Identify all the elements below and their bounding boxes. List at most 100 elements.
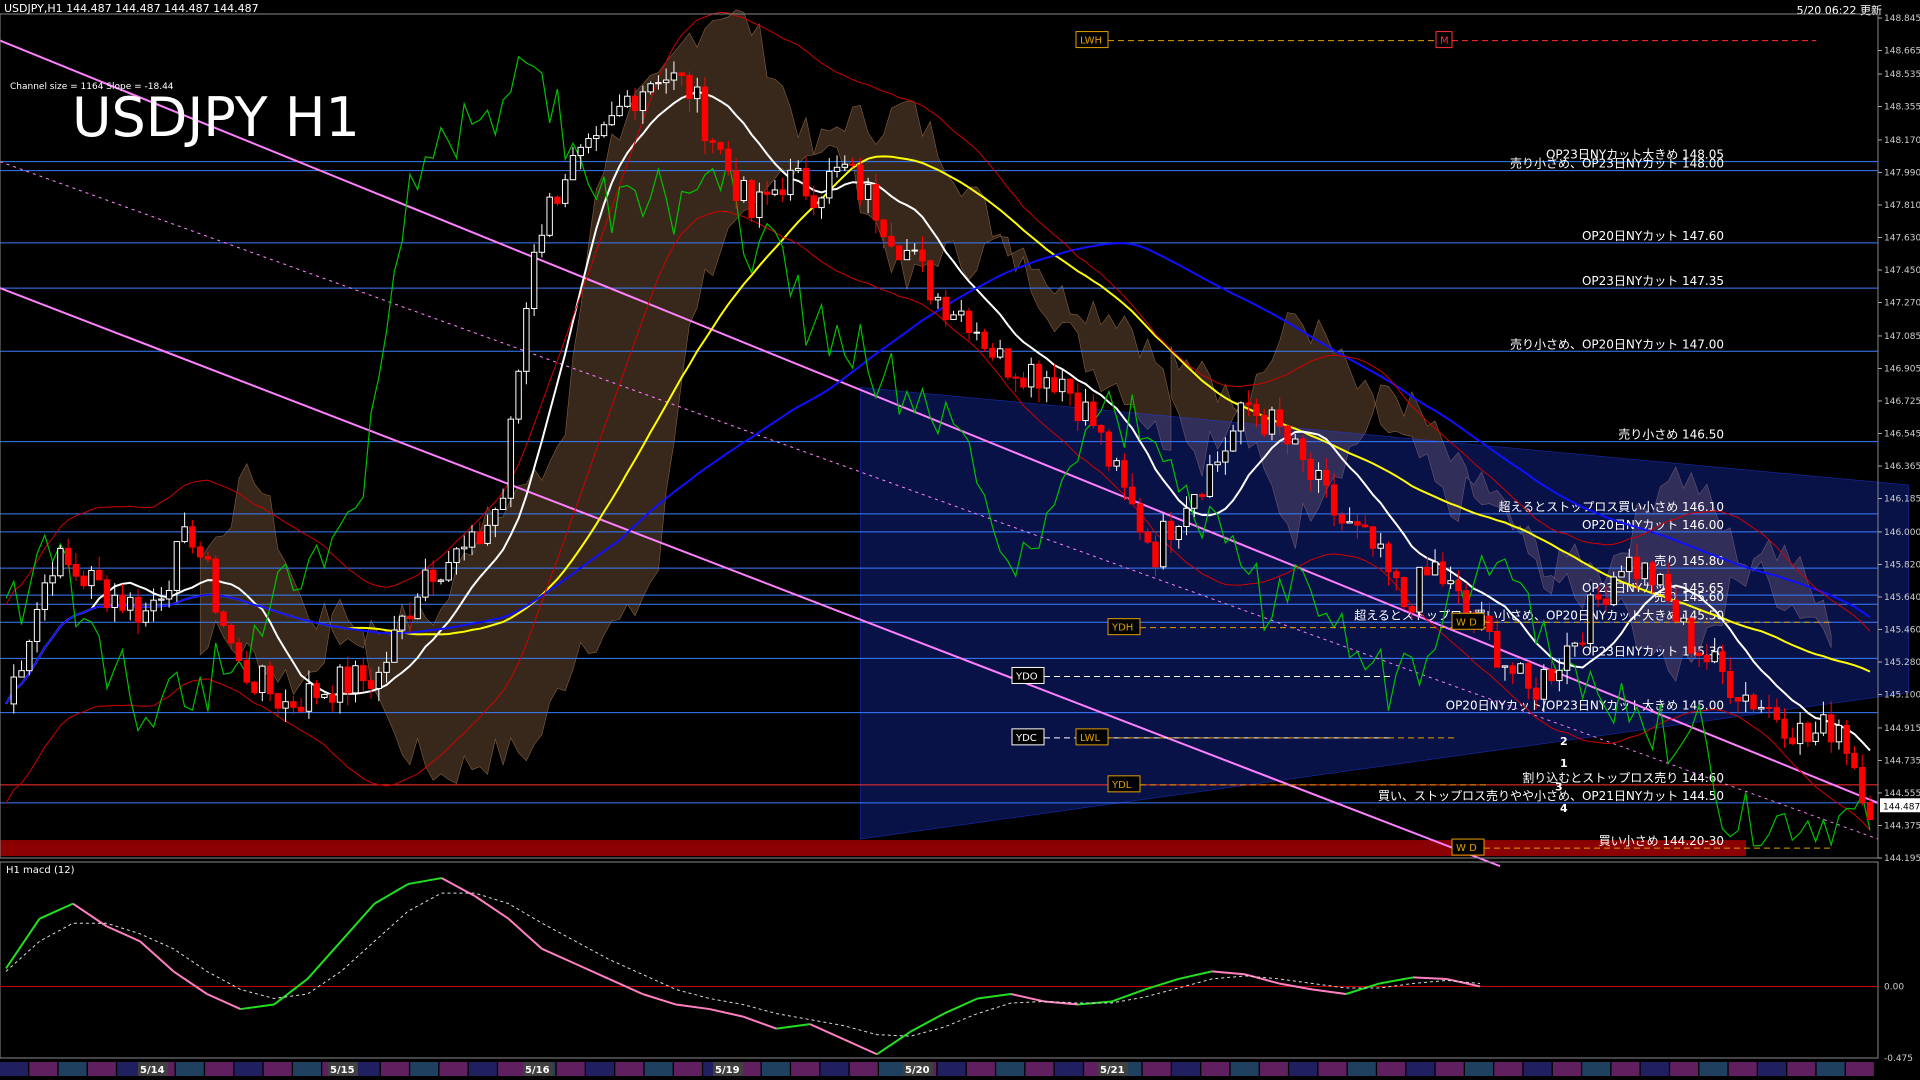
macd-segment — [541, 947, 576, 965]
candle-body — [18, 670, 25, 678]
macd-title: H1 macd (12) — [6, 865, 75, 876]
level-tag: YDH — [1111, 623, 1133, 634]
candle-body — [686, 74, 693, 100]
candle-body — [1711, 651, 1718, 663]
candle-body — [282, 701, 289, 709]
session-block — [1552, 1062, 1581, 1076]
candle-body — [1594, 594, 1602, 600]
candle-body — [1268, 409, 1276, 435]
candle-body — [717, 141, 724, 150]
candle-body — [499, 497, 507, 511]
date-label: 5/19 — [715, 1065, 740, 1076]
session-block — [1347, 1062, 1376, 1076]
candle-body — [1097, 424, 1105, 433]
price-tick-label: 148.355 — [1884, 103, 1920, 113]
candle-body — [1781, 718, 1788, 739]
price-tick-label: 147.450 — [1884, 266, 1920, 276]
candle-body — [1540, 668, 1548, 700]
date-axis: 5/14 5/15 5/16 5/19 5/20 5/21 — [0, 1062, 1874, 1076]
session-block — [1377, 1062, 1406, 1076]
candle-body — [1424, 566, 1431, 576]
candle-body — [119, 594, 126, 611]
candle-body — [849, 163, 856, 166]
session-block — [87, 1062, 116, 1076]
session-block — [439, 1062, 468, 1076]
candle-body — [1214, 461, 1221, 466]
price-tick-label: 146.725 — [1884, 397, 1920, 407]
macd-segment — [474, 895, 510, 920]
session-block — [234, 1062, 263, 1076]
session-block — [410, 1062, 439, 1076]
candle-body — [228, 624, 235, 644]
candle-body — [600, 124, 608, 137]
macd-segment — [809, 1023, 844, 1041]
candle-body — [142, 610, 150, 623]
candle-body — [429, 569, 437, 582]
candle-body — [251, 681, 258, 694]
candle-body — [1827, 714, 1835, 743]
candle-body — [1299, 438, 1307, 460]
projection-label: 3 — [1555, 780, 1563, 793]
candle-body — [523, 308, 530, 372]
candle-body — [1191, 494, 1198, 509]
price-tick-label: 146.365 — [1884, 462, 1920, 472]
candle-body — [794, 167, 802, 171]
price-tick-label: 147.810 — [1884, 201, 1920, 211]
candle-body — [290, 701, 297, 708]
price-tick-label: 146.545 — [1884, 429, 1920, 439]
candle-body — [1742, 694, 1749, 702]
candle-body — [1144, 531, 1151, 543]
reference-label: 超えるとストップロス買い小さめ 146.10 — [1499, 499, 1724, 514]
candle-body — [779, 189, 786, 196]
session-block — [1728, 1062, 1757, 1076]
candle-body — [165, 589, 173, 600]
candle-body — [1385, 543, 1392, 573]
candle-body — [72, 564, 80, 577]
candle-body — [1765, 706, 1773, 709]
candle-body — [996, 348, 1004, 358]
candle-body — [1509, 665, 1516, 674]
candle-body — [259, 665, 266, 694]
macd-segment — [407, 877, 442, 886]
candle-body — [111, 594, 118, 608]
candle-body — [445, 562, 452, 581]
candle-body — [1695, 652, 1703, 657]
macd-segment — [1144, 977, 1179, 991]
candle-body — [763, 191, 771, 195]
candle-body — [1703, 655, 1711, 663]
candle-body — [1641, 562, 1648, 580]
candle-body — [1563, 645, 1571, 671]
candle-body — [725, 148, 732, 172]
candle-body — [857, 164, 864, 200]
candle-body — [1602, 598, 1610, 606]
candle-body — [1369, 526, 1377, 549]
candle-body — [297, 706, 305, 712]
candle-body — [266, 665, 274, 695]
candle-body — [367, 680, 375, 689]
reference-label: OP23日NYカット 147.35 — [1582, 274, 1724, 288]
session-block — [1201, 1062, 1230, 1076]
candle-body — [973, 331, 981, 334]
candle-body — [1082, 401, 1089, 422]
candle-body — [80, 575, 87, 587]
candle-body — [212, 558, 219, 613]
trading-chart-window[interactable]: USDJPY,H1 144.487 144.487 144.487 144.48… — [0, 0, 1920, 1080]
price-tick-label: 145.820 — [1884, 560, 1920, 570]
price-chart[interactable]: OP23日NYカット大きめ 148.05売り小さめ、OP23日NYカット 148… — [0, 0, 1920, 1080]
projection-label: 4 — [1560, 802, 1568, 815]
level-tag: W D — [1456, 843, 1477, 854]
macd-segment — [709, 1008, 744, 1018]
session-block — [1435, 1062, 1464, 1076]
candle-body — [453, 548, 460, 564]
session-block — [1230, 1062, 1259, 1076]
session-block — [1670, 1062, 1699, 1076]
candle-body — [1175, 526, 1182, 540]
session-block — [1054, 1062, 1083, 1076]
candle-body — [608, 115, 616, 126]
candle-body — [468, 531, 476, 548]
candle-body — [701, 86, 709, 142]
macd-segment — [72, 902, 108, 928]
candle-body — [1859, 767, 1866, 804]
candle-body — [1758, 706, 1765, 710]
candle-body — [383, 661, 390, 673]
